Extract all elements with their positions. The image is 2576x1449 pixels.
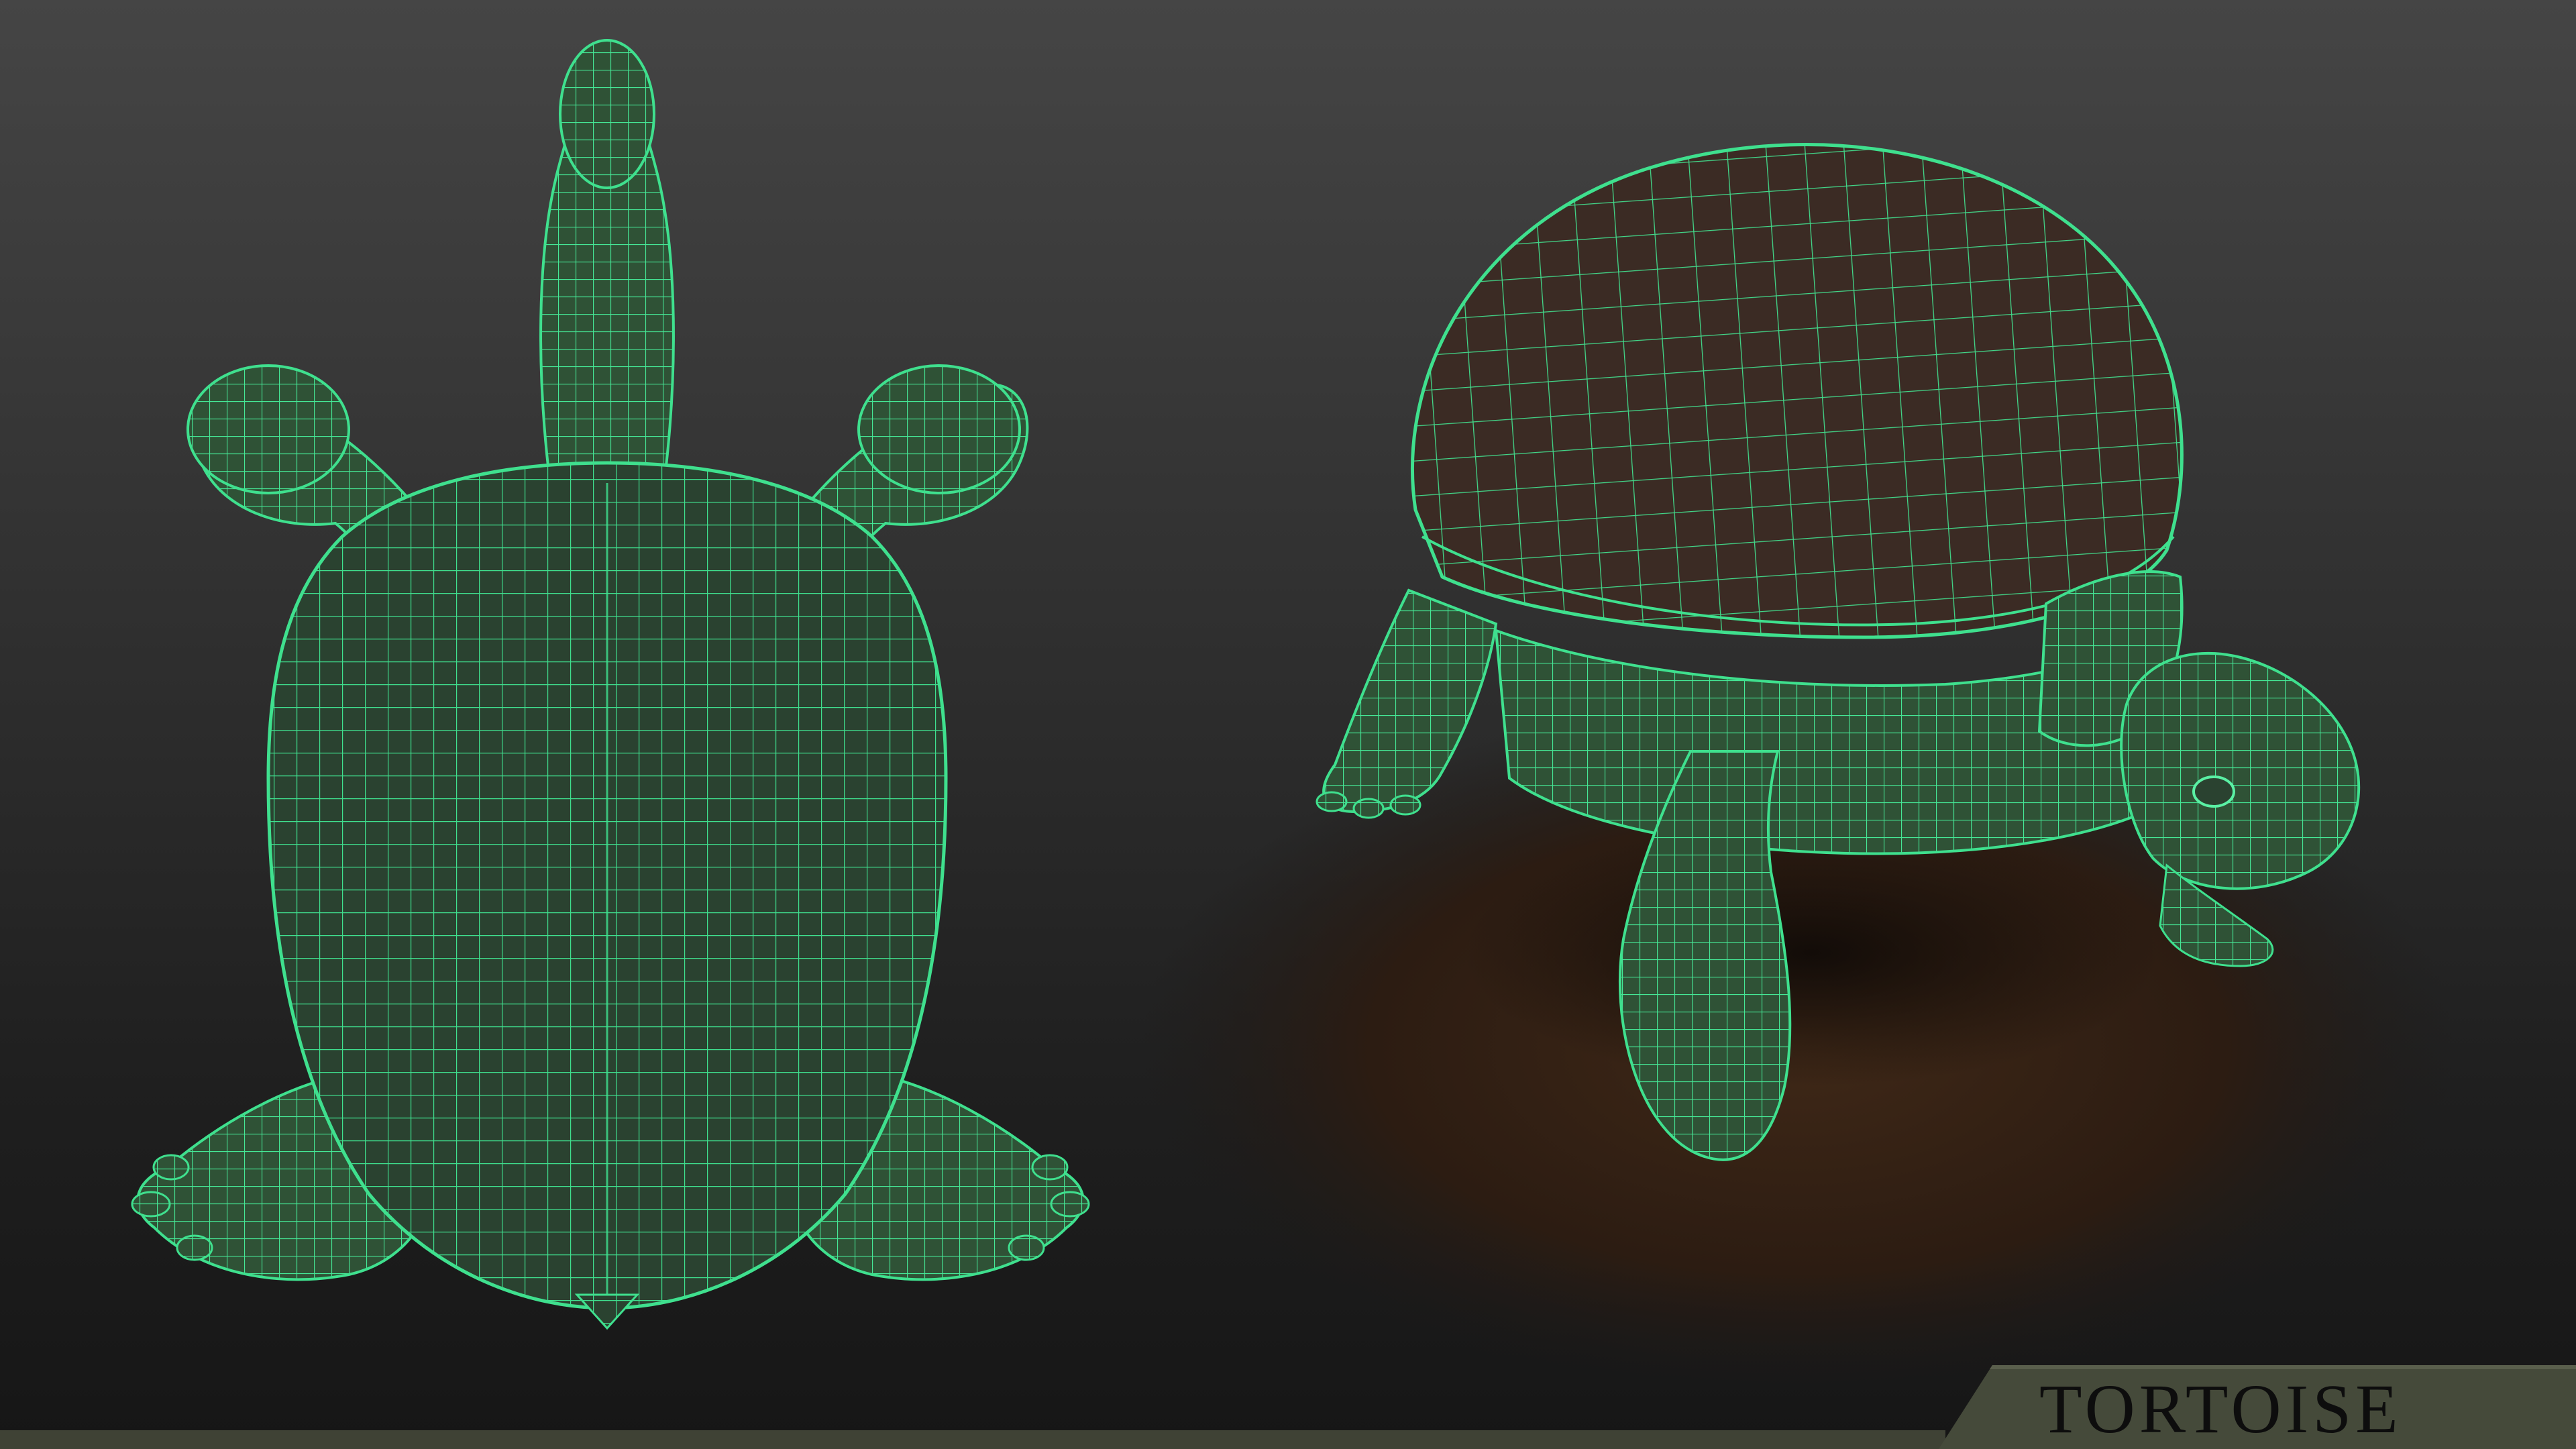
title-plate: TORTOISE (1939, 1365, 2576, 1449)
plastron-tail (574, 1293, 640, 1330)
render-canvas: TORTOISE (0, 0, 2576, 1449)
front-left-foot (186, 364, 350, 494)
toe (152, 1154, 190, 1181)
toe (1316, 791, 1348, 812)
tortoise-shadow (1462, 818, 2160, 1087)
front-right-foot (857, 364, 1021, 494)
toe (131, 1191, 171, 1218)
title-text: TORTOISE (2039, 1371, 2402, 1448)
head (559, 39, 655, 189)
toe (1031, 1154, 1069, 1181)
toe (1352, 798, 1385, 819)
bottom-strip (0, 1430, 1945, 1449)
toe (1008, 1234, 1045, 1261)
head (2120, 651, 2361, 890)
shell (1411, 143, 2184, 639)
bottom-view-model (131, 39, 1090, 1330)
toe (1050, 1191, 1090, 1218)
eye (2192, 775, 2235, 808)
toe (1389, 794, 1421, 816)
render-scene (131, 39, 2455, 1395)
toe (176, 1234, 213, 1261)
perspective-view-model (1140, 143, 2455, 1395)
